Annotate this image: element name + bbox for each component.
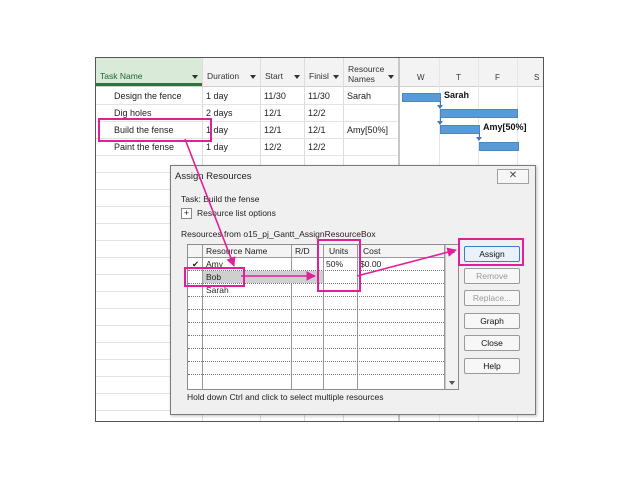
grid-header-resource-name[interactable]: Resource Name [206,246,267,256]
dialog-footer-hint: Hold down Ctrl and click to select multi… [187,392,384,402]
dropdown-arrow-icon[interactable] [333,75,339,79]
column-header-label: Finisl [309,71,329,81]
replace-button[interactable]: Replace... [464,290,520,306]
finish-cell[interactable]: 12/2 [308,108,326,118]
help-button[interactable]: Help [464,358,520,374]
duration-cell[interactable]: 1 day [206,91,228,101]
task-name-cell[interactable]: Paint the fense [114,142,174,152]
dialog-title: Assign Resources [175,171,252,182]
start-cell[interactable]: 12/2 [264,142,282,152]
highlight-box-assign [458,238,524,266]
timescale-day: S [534,73,540,82]
grid-header-cost[interactable]: Cost [363,246,380,256]
timescale-day: F [495,73,500,82]
timescale: W T F S [400,58,543,87]
timescale-day: W [417,73,425,82]
highlight-box-units [317,239,361,292]
resource-names-cell[interactable]: Sarah [347,91,371,101]
close-button[interactable]: Close [464,335,520,351]
bar-resource-label: Amy[50%] [483,122,527,132]
task-bar[interactable] [402,93,441,102]
bar-resource-label: Sarah [444,90,470,100]
dropdown-arrow-icon[interactable] [388,75,394,79]
remove-button[interactable]: Remove [464,268,520,284]
dropdown-arrow-icon[interactable] [294,75,300,79]
expand-plus-icon[interactable]: + [181,208,192,219]
start-cell[interactable]: 12/1 [264,125,282,135]
grid-scrollbar[interactable] [445,245,458,389]
duration-cell[interactable]: 2 days [206,108,233,118]
timescale-day: T [456,73,461,82]
finish-cell[interactable]: 12/2 [308,142,326,152]
dependency-arrow-icon [476,137,482,141]
column-header-duration[interactable]: Duration [203,58,260,86]
resource-names-cell[interactable]: Amy[50%] [347,125,388,135]
column-header-task-name[interactable]: Task Name [96,58,202,86]
graph-button[interactable]: Graph [464,313,520,329]
scroll-down-icon[interactable] [449,381,455,385]
column-header-label: Start [265,71,283,81]
task-name-cell[interactable]: Dig holes [114,108,152,118]
dropdown-arrow-icon[interactable] [250,75,256,79]
scroll-up-icon[interactable] [449,249,455,253]
highlight-box-bob [184,267,245,287]
gantt-header: Task Name Duration Start Finisl Resource… [96,58,398,87]
task-name-cell[interactable]: Design the fence [114,91,182,101]
finish-cell[interactable]: 12/1 [308,125,326,135]
task-bar[interactable] [440,125,480,134]
grid-header-rd[interactable]: R/D [295,246,310,256]
column-header-finish[interactable]: Finisl [305,58,343,86]
column-header-label: Resource Names [348,64,385,84]
start-cell[interactable]: 12/1 [264,108,282,118]
column-header-start[interactable]: Start [261,58,304,86]
duration-cell[interactable]: 1 day [206,142,228,152]
column-header-resource-names[interactable]: Resource Names [344,58,398,86]
column-header-label: Duration [207,71,240,81]
highlight-box-task [98,118,212,142]
start-cell[interactable]: 11/30 [264,91,286,101]
cost-cell[interactable]: $0.00 [360,259,381,269]
finish-cell[interactable]: 11/30 [308,91,330,101]
dropdown-arrow-icon[interactable] [192,75,198,79]
column-header-label: Task Name [100,71,143,81]
table-row[interactable]: Design the fence 1 day 11/30 11/30 Sarah [96,88,398,105]
task-line: Task: Build the fense [181,194,260,204]
task-bar[interactable] [479,142,519,151]
close-icon[interactable]: ✕ [497,169,529,184]
resource-list-options-label[interactable]: Resource list options [197,208,276,218]
task-bar[interactable] [440,109,518,118]
resources-from-label: Resources from o15_pj_Gantt_AssignResour… [181,229,376,239]
